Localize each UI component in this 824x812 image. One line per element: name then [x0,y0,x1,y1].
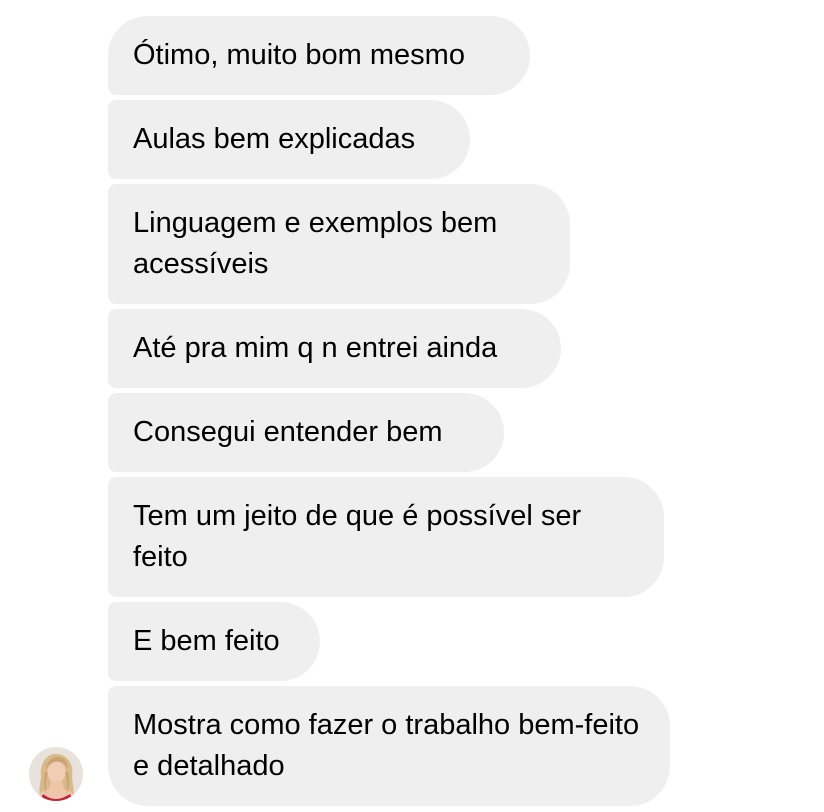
message-bubble[interactable]: Aulas bem explicadas [108,100,470,179]
message-text: Mostra como fazer o trabalho bem-feito e… [133,709,640,782]
message-bubble[interactable]: Linguagem e exemplos bem acessíveis [108,184,570,304]
message-text: Consegui entender bem [133,416,443,448]
message-bubble[interactable]: Ótimo, muito bom mesmo [108,16,530,95]
message-bubble[interactable]: Tem um jeito de que é possível ser feito [108,477,664,597]
message-text: Ótimo, muito bom mesmo [133,39,465,71]
message-thread: Ótimo, muito bom mesmo Aulas bem explica… [0,0,824,812]
message-bubble[interactable]: Até pra mim q n entrei ainda [108,309,561,388]
message-bubble[interactable]: Consegui entender bem [108,393,504,472]
message-text: Até pra mim q n entrei ainda [133,332,498,364]
message-text: E bem feito [133,625,280,657]
message-text: Linguagem e exemplos bem acessíveis [133,207,498,280]
message-bubble[interactable]: E bem feito [108,602,320,681]
message-text: Aulas bem explicadas [133,123,416,155]
user-avatar-photo-icon [29,747,83,801]
message-text: Tem um jeito de que é possível ser feito [133,500,582,573]
message-bubble[interactable]: Mostra como fazer o trabalho bem-feito e… [108,686,670,806]
sender-avatar[interactable] [29,747,83,801]
